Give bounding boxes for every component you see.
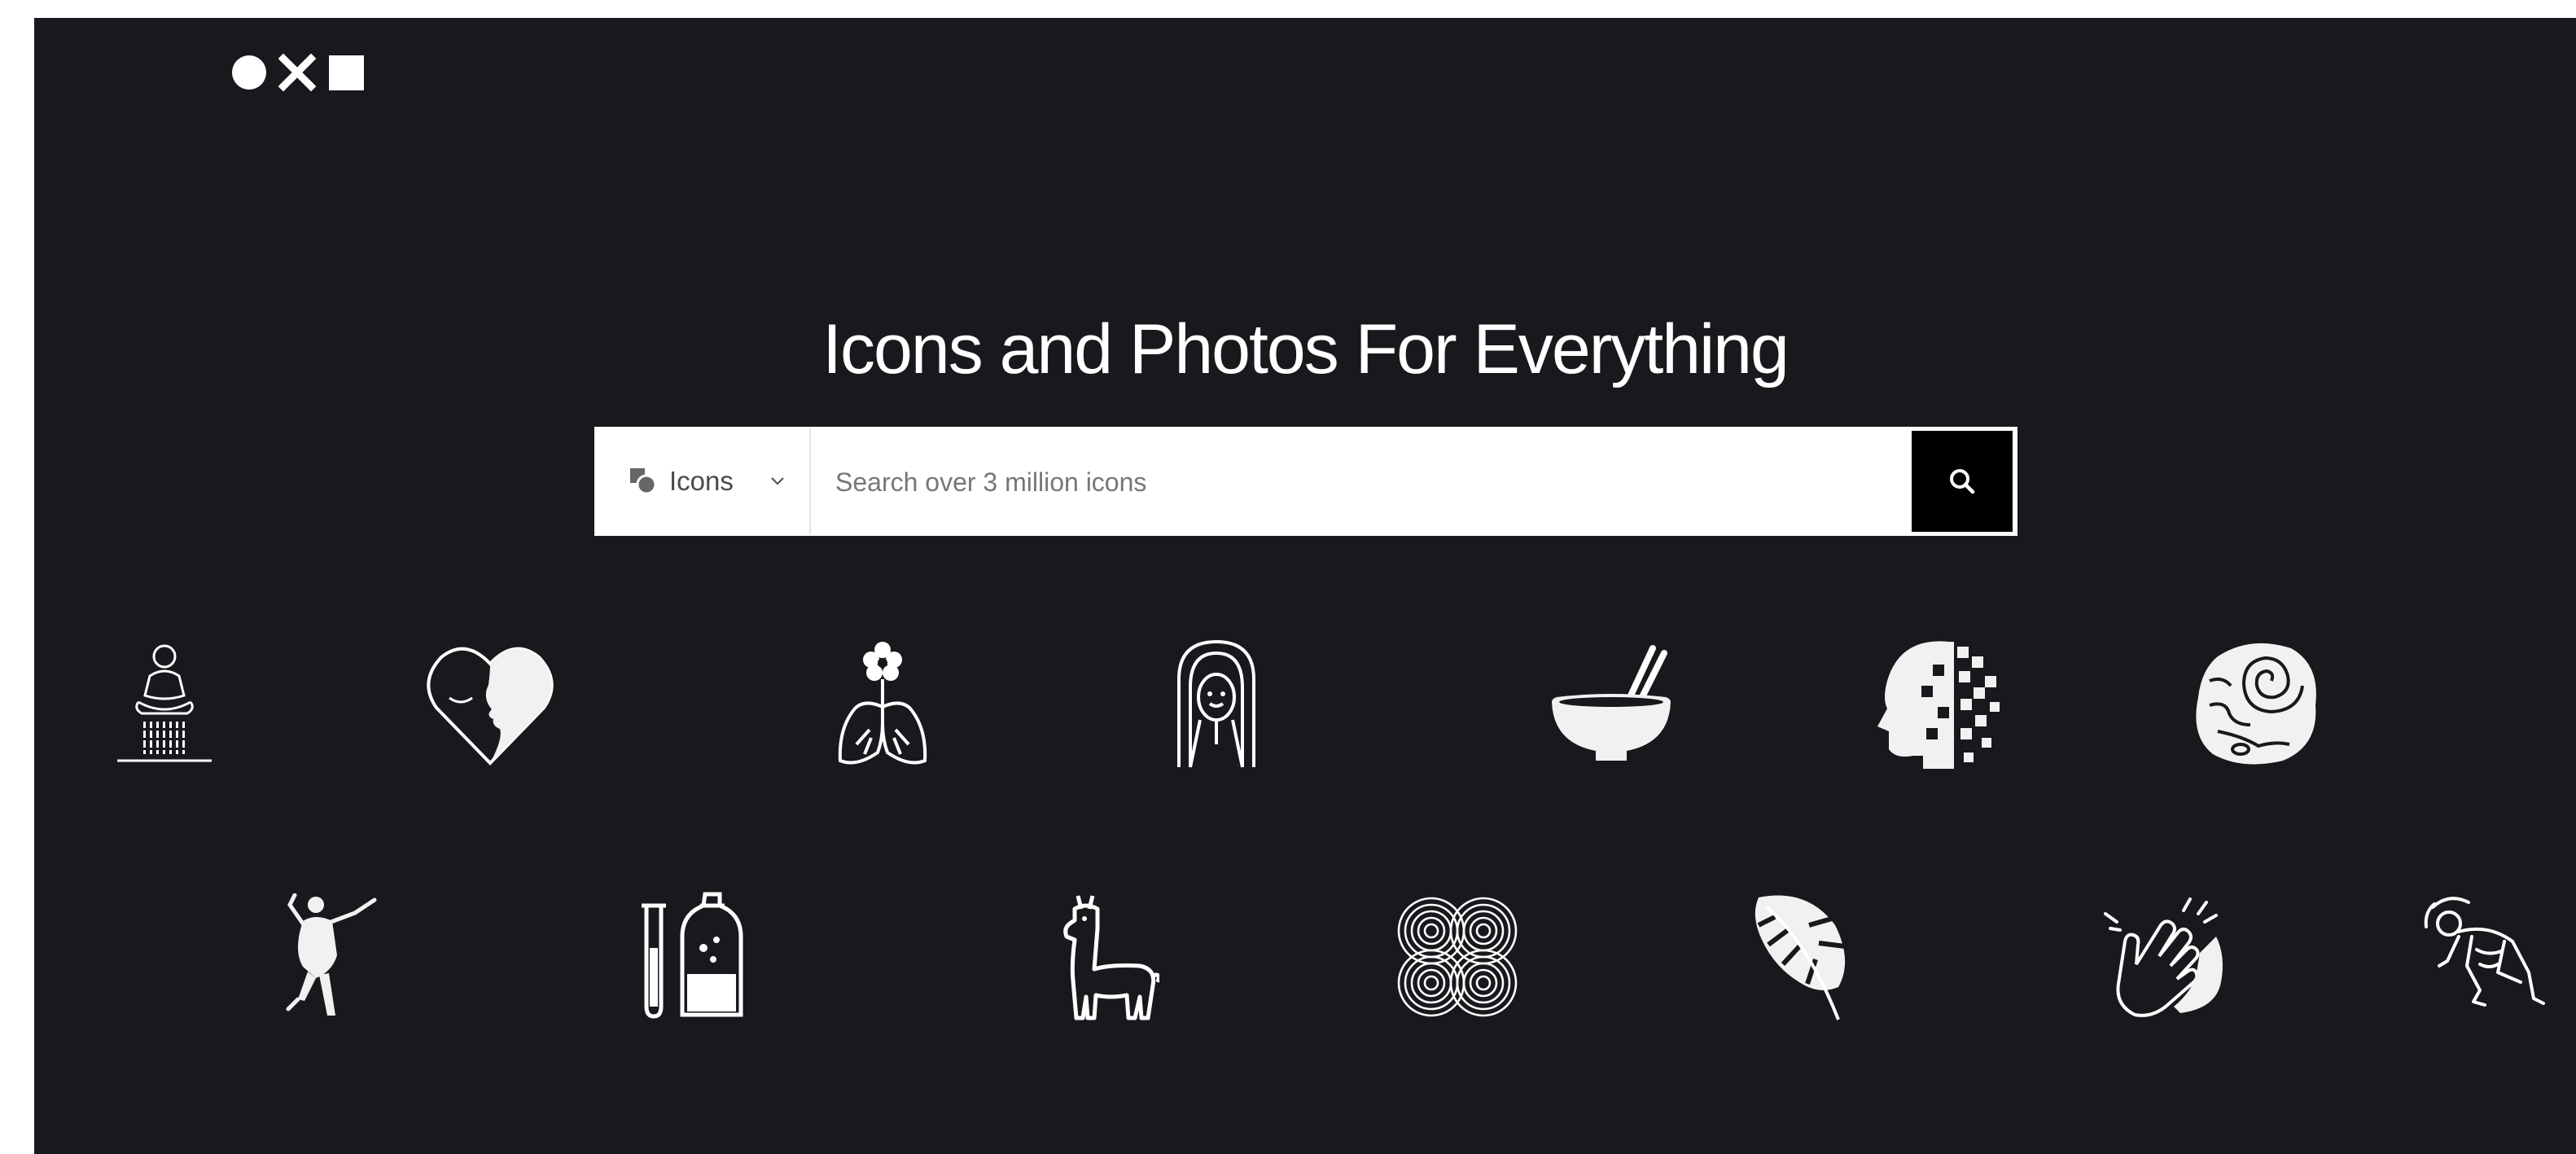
flower-lungs-icon[interactable]	[832, 638, 933, 770]
page-title: Icons and Photos For Everything	[822, 310, 1790, 388]
circle-x-square-logo[interactable]	[231, 52, 378, 93]
pixelated-head-icon[interactable]	[1876, 640, 2006, 769]
spiral-knot-icon[interactable]	[1395, 895, 1519, 1019]
chevron-down-icon	[771, 477, 784, 485]
hero-section: Icons and Photos For Everything Icons	[34, 18, 2576, 1154]
monstera-leaf-icon[interactable]	[1750, 893, 1853, 1023]
heart-face-icon[interactable]	[425, 641, 555, 767]
search-type-dropdown[interactable]: Icons	[596, 428, 811, 534]
dancer-icon[interactable]	[257, 893, 379, 1020]
test-tube-bottle-icon[interactable]	[635, 891, 749, 1021]
fossil-stone-icon[interactable]	[2193, 640, 2320, 767]
search-type-label: Icons	[669, 466, 734, 496]
shapes-icon	[630, 468, 657, 495]
woman-portrait-icon[interactable]	[1168, 638, 1265, 770]
clapping-hands-icon[interactable]	[2102, 891, 2229, 1021]
search-button[interactable]	[1912, 431, 2013, 532]
bowl-chopsticks-icon[interactable]	[1550, 645, 1672, 764]
search-input[interactable]	[811, 428, 1912, 536]
meditation-icon[interactable]	[114, 638, 215, 769]
search-bar: Icons	[594, 427, 2017, 536]
crawling-figure-icon[interactable]	[2423, 891, 2545, 1018]
llama-icon[interactable]	[1062, 891, 1159, 1021]
search-icon	[1950, 469, 1975, 494]
